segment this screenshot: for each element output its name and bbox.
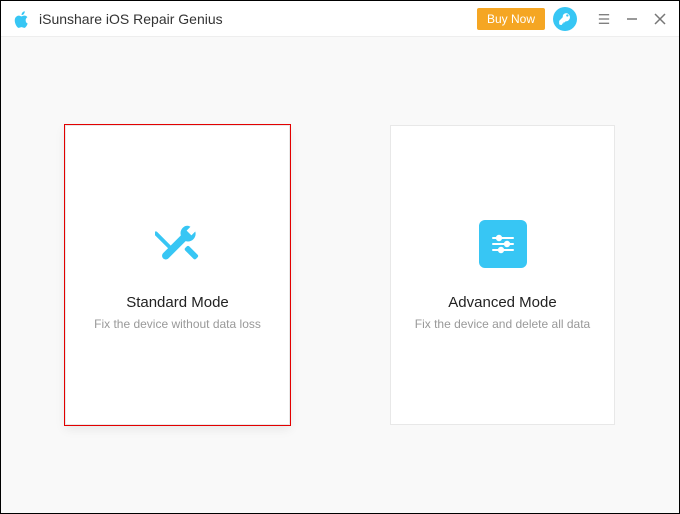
close-icon[interactable]: [649, 8, 671, 30]
advanced-mode-card[interactable]: Advanced Mode Fix the device and delete …: [390, 125, 615, 425]
app-title: iSunshare iOS Repair Genius: [39, 11, 223, 27]
advanced-mode-title: Advanced Mode: [448, 294, 556, 311]
buy-now-button[interactable]: Buy Now: [477, 8, 545, 30]
main-content: Standard Mode Fix the device without dat…: [1, 37, 679, 513]
tools-icon: [154, 220, 202, 268]
register-key-icon[interactable]: [553, 7, 577, 31]
standard-mode-title: Standard Mode: [126, 294, 229, 311]
app-logo-icon: [11, 8, 33, 30]
advanced-mode-subtitle: Fix the device and delete all data: [405, 317, 600, 331]
menu-icon[interactable]: [593, 8, 615, 30]
standard-mode-card[interactable]: Standard Mode Fix the device without dat…: [65, 125, 290, 425]
standard-mode-subtitle: Fix the device without data loss: [84, 317, 271, 331]
minimize-icon[interactable]: [621, 8, 643, 30]
titlebar: iSunshare iOS Repair Genius Buy Now: [1, 1, 679, 37]
sliders-icon: [479, 220, 527, 268]
